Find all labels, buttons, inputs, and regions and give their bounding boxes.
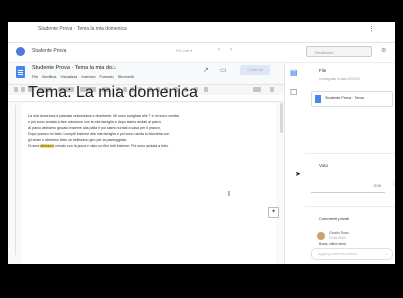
menu-file[interactable]: File xyxy=(32,75,38,79)
comment-text: Brava, ottimo tema xyxy=(319,242,346,246)
more-vert-icon[interactable]: ⋮ xyxy=(368,25,375,33)
star-icon[interactable]: ☆ xyxy=(111,64,116,71)
doc-title[interactable]: Studente Prova · Tema la mia do... xyxy=(32,65,117,71)
paragraph-text: cenato con la pizza e visto un film tutt… xyxy=(54,144,169,148)
chevron-left-icon[interactable]: ‹ xyxy=(218,47,220,53)
document-heading[interactable]: Tema: La mia domenica xyxy=(28,84,198,102)
comment-placeholder: Aggiungi commento privato... xyxy=(318,252,360,256)
files-title: File xyxy=(319,68,327,73)
more-vert-icon[interactable]: ⋮ xyxy=(391,180,395,186)
share-button[interactable]: Condividi xyxy=(240,65,270,75)
mouse-pointer-icon: ➤ xyxy=(295,171,301,178)
chevron-right-icon[interactable]: › xyxy=(230,47,232,53)
paragraph-text: Di sera xyxy=(28,144,41,148)
comment-input[interactable]: Aggiungi commento privato... ➤ xyxy=(311,248,393,260)
return-button[interactable]: Restituisci xyxy=(306,46,372,57)
private-comments-title: Commenti privati xyxy=(319,216,350,221)
grade-input[interactable]: /100 xyxy=(311,180,385,193)
menu-visualizza[interactable]: Visualizza xyxy=(60,75,77,79)
classroom-header: Studente Prova Più voti ▾ ‹ › Restituisc… xyxy=(8,42,395,63)
avatar xyxy=(317,232,325,240)
commenter-name: Claudio Rossi xyxy=(329,231,349,235)
undo-icon[interactable] xyxy=(14,87,18,92)
submission-date: Consegnato in data 10/12/20 xyxy=(319,77,360,81)
redo-icon[interactable] xyxy=(21,87,25,92)
file-attachment[interactable]: Studente Prova · Tema xyxy=(311,91,393,107)
docs-logo-icon xyxy=(16,66,25,78)
scrollbar[interactable] xyxy=(280,103,283,133)
divider xyxy=(305,206,395,207)
vertical-ruler xyxy=(15,105,16,255)
menu-bar: File Modifica Visualizza Inserisci Forma… xyxy=(32,75,137,79)
highlighted-word: abbiamo xyxy=(40,144,55,148)
grading-panel: File Consegnato in data 10/12/20 Student… xyxy=(305,63,395,264)
app-frame: Studente Prova · Tema la mia domenica ⋮ … xyxy=(8,22,395,264)
explore-icon[interactable]: ✦ xyxy=(268,207,279,218)
paragraph-line-last: Di sera abbiamo cenato con la pizza e vi… xyxy=(28,143,260,149)
title-bar: Studente Prova · Tema la mia domenica ⋮ xyxy=(8,22,395,43)
document-body[interactable]: La mia domenica è passata velocissima e … xyxy=(28,113,260,149)
send-icon[interactable]: ➤ xyxy=(385,252,388,256)
trend-icon[interactable]: ↗ xyxy=(203,66,209,74)
comment-icon[interactable]: ▭ xyxy=(220,66,227,74)
file-name: Studente Prova · Tema xyxy=(325,96,364,100)
text-cursor-icon: I xyxy=(228,191,230,198)
divider xyxy=(305,153,395,154)
window-title: Studente Prova · Tema la mia domenica xyxy=(38,26,127,32)
grade-max: /100 xyxy=(373,183,381,188)
menu-inserisci[interactable]: Inserisci xyxy=(81,75,95,79)
chevron-up-icon[interactable] xyxy=(270,87,274,92)
files-icon[interactable]: ▤ xyxy=(290,68,298,77)
grade-selector[interactable]: Più voti ▾ xyxy=(176,48,192,53)
settings-icon[interactable]: ⚙ xyxy=(381,47,386,54)
editing-mode-select[interactable] xyxy=(253,87,261,92)
rubric-icon[interactable]: ☐ xyxy=(290,88,297,97)
comment-date: 10 dic 2020 xyxy=(329,236,346,240)
menu-strumenti[interactable]: Strumenti xyxy=(118,75,134,79)
menu-modifica[interactable]: Modifica xyxy=(42,75,56,79)
avatar xyxy=(16,47,25,56)
side-strip: ▤ ☐ xyxy=(284,63,306,264)
menu-formato[interactable]: Formato xyxy=(99,75,113,79)
indent-icon[interactable] xyxy=(204,87,208,92)
student-name: Studente Prova xyxy=(32,48,67,54)
grade-title: Voto xyxy=(319,163,329,168)
doc-file-icon xyxy=(315,95,321,103)
